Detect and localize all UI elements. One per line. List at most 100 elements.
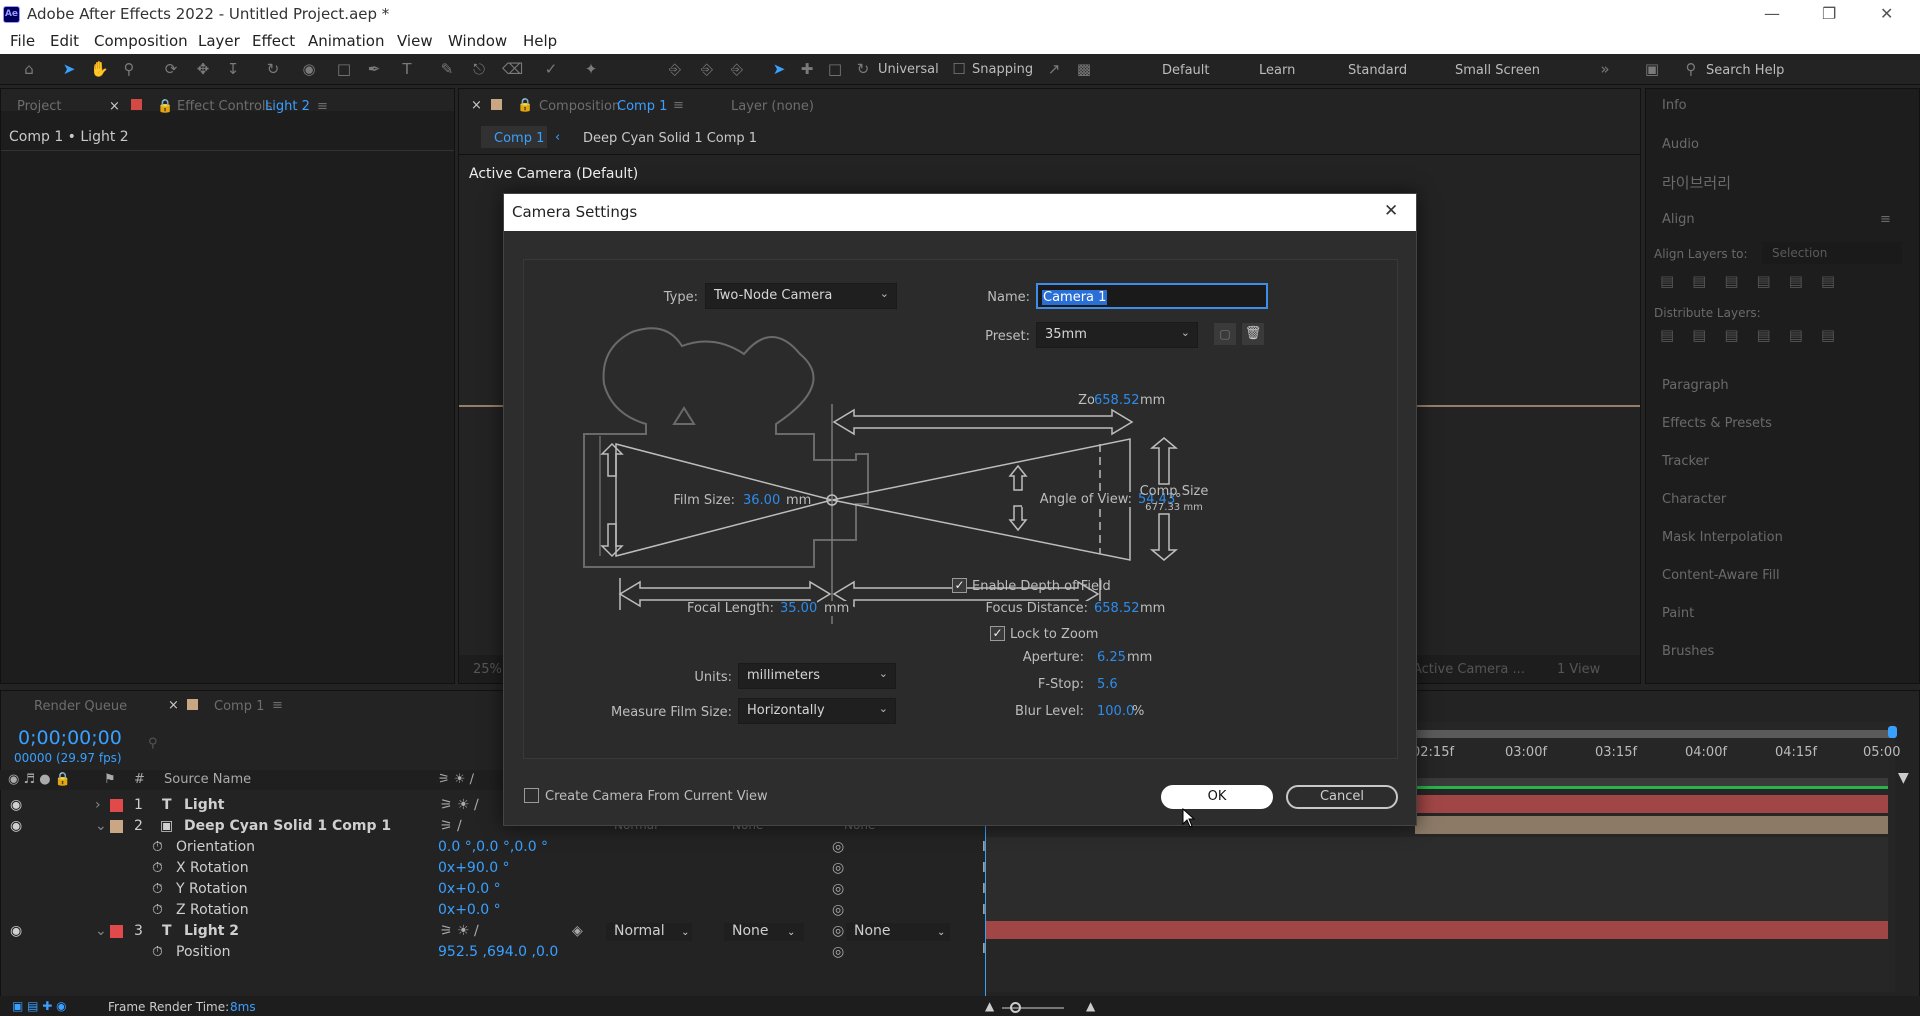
close-icon[interactable]: × [471, 98, 482, 113]
universal-label[interactable]: Universal [878, 62, 939, 77]
pan-tool-icon[interactable]: ✥ [194, 60, 212, 78]
axis-view-icon[interactable]: ⎆ [728, 60, 746, 78]
panel-mask-interpolation[interactable]: Mask Interpolation [1662, 530, 1783, 545]
layer-row[interactable]: ◉ ⌄ 3 T Light 2 ⚞ ☀ ∕ ◈ Normal ⌄ None ⌄ … [0, 921, 985, 942]
roto-brush-icon[interactable]: ✓ [542, 60, 560, 78]
tab-effect-controls[interactable]: Effect Controls [177, 99, 272, 114]
menu-file[interactable]: File [10, 32, 35, 50]
col-source-name[interactable]: Source Name [164, 772, 251, 787]
flow-comp-1[interactable]: Comp 1 [494, 131, 544, 146]
expression-pickwhip-icon[interactable]: ◎ [832, 902, 844, 918]
layer-label-swatch[interactable] [110, 820, 123, 833]
puppet-tool-icon[interactable]: ✦ [582, 60, 600, 78]
effect-controls-target[interactable]: Light 2 [265, 99, 310, 114]
lock-icon[interactable]: 🔒 [517, 98, 533, 113]
composition-target[interactable]: Comp 1 [617, 99, 667, 114]
property-value[interactable]: 0.0 °,0.0 °,0.0 ° [438, 839, 548, 855]
restore-icon[interactable]: ❐ [1822, 4, 1836, 23]
focus-distance-value[interactable]: 658.52 [1094, 601, 1140, 616]
search-icon[interactable]: ⚲ [148, 736, 158, 751]
rotate-gizmo-icon[interactable]: ↻ [854, 60, 872, 78]
snap-grid-icon[interactable]: ▩ [1075, 60, 1093, 78]
parent-pickwhip-icon[interactable]: ◎ [832, 923, 844, 939]
home-icon[interactable]: ⌂ [20, 60, 38, 78]
layer-name[interactable]: Light 2 [184, 923, 239, 939]
layer-label-swatch[interactable] [110, 799, 123, 812]
property-row[interactable]: ⏱ Position 952.5 ,694.0 ,0.0 ◎ [0, 942, 985, 963]
panel-menu-icon[interactable]: ≡ [673, 98, 684, 113]
expression-pickwhip-icon[interactable]: ◎ [832, 881, 844, 897]
panel-audio[interactable]: Audio [1662, 137, 1699, 152]
flow-deep-cyan[interactable]: Deep Cyan Solid 1 Comp 1 [583, 131, 757, 146]
selection-tool-icon[interactable]: ➤ [60, 60, 78, 78]
enable-dof-label[interactable]: Enable Depth of Field [972, 579, 1111, 594]
property-row[interactable]: ⏱ X Rotation 0x+90.0 ° ◎ [0, 858, 985, 879]
cancel-button[interactable]: Cancel [1286, 785, 1398, 809]
layer-switches[interactable]: ⚞ ∕ [440, 818, 462, 834]
menu-edit[interactable]: Edit [50, 32, 79, 50]
search-icon[interactable]: ⚲ [1682, 60, 1700, 78]
current-timecode[interactable]: 0;00;00;00 [18, 727, 122, 749]
stopwatch-icon[interactable]: ⏱ [152, 860, 163, 876]
axis-local-icon[interactable]: ⎆ [666, 60, 684, 78]
panel-menu-icon[interactable]: ≡ [272, 698, 283, 713]
lock-icon[interactable]: 🔒 [157, 99, 173, 114]
axis-world-icon[interactable]: ⎆ [698, 60, 716, 78]
panel-paragraph[interactable]: Paragraph [1662, 378, 1729, 393]
orbit-tool-icon[interactable]: ⟳ [162, 60, 180, 78]
menu-animation[interactable]: Animation [308, 32, 384, 50]
zoom-value[interactable]: 658.52 [1094, 393, 1140, 408]
stopwatch-icon[interactable]: ⏱ [152, 881, 163, 897]
focal-length-value[interactable]: 35.00 [780, 601, 818, 616]
zoom-tool-icon[interactable]: ⚲ [120, 60, 138, 78]
type-select[interactable]: Two-Node Camera ⌄ [705, 283, 897, 309]
expression-pickwhip-icon[interactable]: ◎ [832, 839, 844, 855]
blend-mode-select[interactable]: Normal ⌄ [606, 923, 692, 941]
eye-icon[interactable]: ◉ [10, 818, 22, 834]
layer-bar-light[interactable] [1415, 795, 1888, 813]
create-camera-from-view-label[interactable]: Create Camera From Current View [545, 789, 768, 804]
parent-select[interactable]: None ⌄ [846, 923, 950, 941]
footer-toggle-icons[interactable]: ▣ ▤ ✚ ◉ [12, 999, 67, 1013]
menu-effect[interactable]: Effect [252, 32, 295, 50]
menu-view[interactable]: View [397, 32, 433, 50]
layer-label-swatch[interactable] [110, 925, 123, 938]
menu-help[interactable]: Help [523, 32, 557, 50]
panel-character[interactable]: Character [1662, 492, 1726, 507]
move-icon[interactable]: ✚ [798, 60, 816, 78]
aperture-value[interactable]: 6.25 [1097, 650, 1126, 665]
property-value[interactable]: 0x+0.0 ° [438, 881, 501, 897]
panel-brushes[interactable]: Brushes [1662, 644, 1714, 659]
panel-align[interactable]: Align [1662, 212, 1695, 227]
3d-layer-icon[interactable]: ◈ [572, 923, 583, 939]
layer-switches[interactable]: ⚞ ☀ ∕ [440, 797, 479, 813]
type-tool-icon[interactable]: T [398, 60, 416, 78]
menu-layer[interactable]: Layer [198, 32, 240, 50]
stopwatch-icon[interactable]: ⏱ [152, 839, 163, 855]
lock-to-zoom-label[interactable]: Lock to Zoom [1010, 627, 1098, 642]
property-row[interactable]: ⏱ Orientation 0.0 °,0.0 °,0.0 ° ◎ [0, 837, 985, 858]
close-icon[interactable]: ✕ [1880, 4, 1893, 23]
scale-icon[interactable]: □ [826, 60, 844, 78]
selection-mode-icon[interactable]: ➤ [770, 60, 788, 78]
work-area-end-handle[interactable] [1888, 726, 1897, 738]
pan-behind-icon[interactable]: ◉ [300, 60, 318, 78]
snap-option-icon[interactable]: ↗ [1045, 60, 1063, 78]
menu-window[interactable]: Window [448, 32, 507, 50]
panel-menu-icon[interactable]: ≡ [317, 99, 328, 114]
rotate-tool-icon[interactable]: ↻ [264, 60, 282, 78]
comp-marker-icon[interactable]: ▼ [1898, 770, 1914, 786]
layer-name[interactable]: Deep Cyan Solid 1 Comp 1 [184, 818, 391, 834]
tab-render-queue[interactable]: Render Queue [34, 699, 127, 714]
tab-layer[interactable]: Layer (none) [731, 99, 814, 114]
workspace-learn[interactable]: Learn [1259, 63, 1295, 78]
film-size-value[interactable]: 36.00 [743, 493, 780, 508]
zoom-out-icon[interactable]: ▲ [985, 999, 994, 1013]
panel-content-aware-fill[interactable]: Content-Aware Fill [1662, 568, 1780, 583]
property-row[interactable]: ⏱ Y Rotation 0x+0.0 ° ◎ [0, 879, 985, 900]
menu-composition[interactable]: Composition [94, 32, 188, 50]
tab-project[interactable]: Project [17, 99, 61, 114]
distribute-buttons-row[interactable]: ▤▤▤▤▤▤ [1660, 326, 1900, 346]
expression-pickwhip-icon[interactable]: ◎ [832, 944, 844, 960]
chevron-down-icon[interactable]: ⌄ [95, 818, 107, 834]
